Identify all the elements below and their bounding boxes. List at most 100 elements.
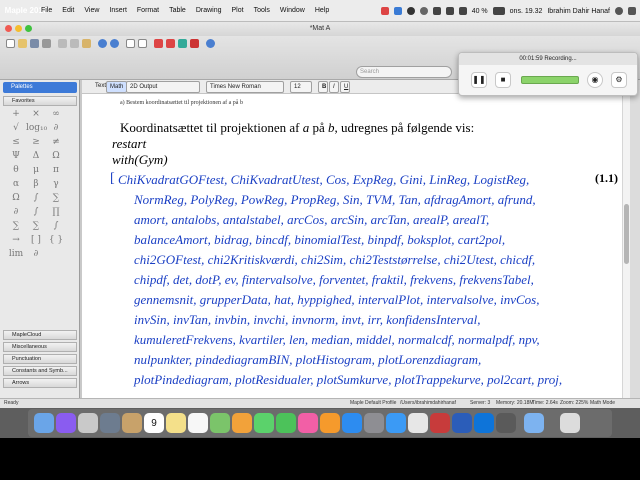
palette-symbol[interactable]: ∂ (6, 206, 26, 218)
minimize-window-icon[interactable] (15, 25, 22, 32)
menu-file[interactable]: File (36, 7, 57, 14)
contacts-icon[interactable] (122, 413, 142, 433)
palette-symbol[interactable]: √ (6, 122, 26, 134)
palette-symbol[interactable]: Δ (26, 150, 46, 162)
palette-symbol[interactable]: Ω (46, 150, 66, 162)
notes-icon[interactable] (166, 413, 186, 433)
palette-section-arrows[interactable]: Arrows (3, 378, 77, 388)
volume-icon[interactable] (458, 7, 467, 15)
font-select[interactable]: Times New Roman (206, 81, 284, 93)
palette-symbol[interactable]: Ω (6, 192, 26, 204)
copy-icon[interactable] (70, 39, 79, 48)
preferences-icon[interactable] (364, 413, 384, 433)
redo-icon[interactable] (110, 39, 119, 48)
palette-section-punctuation[interactable]: Punctuation (3, 354, 77, 364)
menu-insert[interactable]: Insert (104, 7, 132, 14)
worksheet[interactable]: a) Bestem koordinatsættet til projektion… (82, 94, 630, 398)
palette-section-constants[interactable]: Constants and Symb... (3, 366, 77, 376)
new-document-icon[interactable] (6, 39, 15, 48)
gmail-icon[interactable] (380, 7, 389, 15)
zoom-window-icon[interactable] (25, 25, 32, 32)
stop-button[interactable]: ■ (495, 72, 511, 88)
palette-symbol[interactable]: ∑ (26, 220, 46, 232)
palette-symbol[interactable]: × (26, 108, 46, 120)
menu-window[interactable]: Window (275, 7, 310, 14)
vertical-scrollbar[interactable] (622, 94, 630, 398)
stop-icon[interactable] (190, 39, 199, 48)
messages-icon[interactable] (254, 413, 274, 433)
calendar-icon[interactable]: 9 (144, 413, 164, 433)
menu-help[interactable]: Help (310, 7, 334, 14)
palette-symbol[interactable]: log₁₀ (26, 122, 47, 134)
user-name[interactable]: Ibrahim Dahir Hanaf (547, 8, 610, 15)
restart-icon[interactable] (178, 39, 187, 48)
palette-symbol[interactable]: Ψ (6, 150, 26, 162)
settings-icon[interactable]: ⚙ (611, 72, 627, 88)
palette-symbol[interactable]: γ (46, 178, 66, 190)
math-mode-button[interactable]: Math (106, 81, 128, 93)
menu-view[interactable]: View (79, 7, 104, 14)
clock[interactable]: ons. 19.32 (510, 8, 543, 15)
palette-symbol[interactable]: ∂ (46, 122, 66, 134)
palette-symbol[interactable]: ∏ (46, 206, 66, 218)
palette-symbol[interactable]: [ ] (26, 234, 46, 246)
battery-percent[interactable]: 40 % (472, 8, 488, 15)
palette-symbol[interactable]: ∂ (26, 248, 46, 260)
finder-icon[interactable] (34, 413, 54, 433)
underline-button[interactable]: U (340, 81, 350, 93)
execute-all-icon[interactable] (166, 39, 175, 48)
cut-icon[interactable] (58, 39, 67, 48)
open-icon[interactable] (18, 39, 27, 48)
print-icon[interactable] (42, 39, 51, 48)
output-style-select[interactable]: 2D Output (126, 81, 200, 93)
siri-icon[interactable] (56, 413, 76, 433)
italic-button[interactable]: I (329, 81, 339, 93)
palette-symbol[interactable]: β (26, 178, 46, 190)
palette-symbol[interactable]: ∑ (6, 220, 26, 232)
pause-button[interactable]: ❚❚ (471, 72, 487, 88)
rocket-icon[interactable] (100, 413, 120, 433)
paste-icon[interactable] (82, 39, 91, 48)
itunes-icon[interactable] (298, 413, 318, 433)
palette-symbol[interactable]: ∫ (26, 192, 46, 204)
word-icon[interactable] (452, 413, 472, 433)
menu-drawing[interactable]: Drawing (191, 7, 227, 14)
camera-icon[interactable]: ◉ (587, 72, 603, 88)
trash-icon[interactable] (560, 413, 580, 433)
safari-icon[interactable] (386, 413, 406, 433)
battery-icon[interactable] (492, 7, 505, 15)
bold-button[interactable]: B (318, 81, 328, 93)
palette-symbol[interactable]: ∫ (46, 220, 66, 232)
palette-symbol[interactable]: ∞ (46, 108, 66, 120)
facetime-icon[interactable] (276, 413, 296, 433)
palette-symbol[interactable]: ∫ (26, 206, 46, 218)
palette-favorites-header[interactable]: Favorites (3, 96, 77, 106)
appstore-icon[interactable] (342, 413, 362, 433)
text-mode-icon[interactable] (126, 39, 135, 48)
palette-symbol[interactable]: ≥ (26, 136, 46, 148)
wifi-icon[interactable] (445, 7, 454, 15)
input-restart[interactable]: restart (112, 136, 146, 152)
bluetooth-icon[interactable] (432, 7, 441, 15)
palette-symbol[interactable]: → (6, 234, 26, 246)
timemachine-icon[interactable] (419, 7, 428, 15)
palette-symbol[interactable]: μ (26, 164, 46, 176)
reminders-icon[interactable] (188, 413, 208, 433)
launchpad-icon[interactable] (78, 413, 98, 433)
help-icon[interactable] (206, 39, 215, 48)
ibooks-icon[interactable] (320, 413, 340, 433)
save-icon[interactable] (30, 39, 39, 48)
math-mode-icon[interactable] (138, 39, 147, 48)
palette-symbol[interactable]: ∑ (46, 192, 66, 204)
chrome-icon[interactable] (408, 413, 428, 433)
menu-table[interactable]: Table (164, 7, 191, 14)
palette-symbol[interactable]: lim (6, 248, 26, 260)
photos-icon[interactable] (232, 413, 252, 433)
undo-icon[interactable] (98, 39, 107, 48)
spotlight-icon[interactable] (615, 7, 623, 15)
palette-symbol[interactable]: ≠ (46, 136, 66, 148)
palette-section-maplecloud[interactable]: MapleCloud (3, 330, 77, 340)
maps-icon[interactable] (210, 413, 230, 433)
record-icon[interactable] (406, 7, 415, 15)
notification-center-icon[interactable] (628, 7, 636, 15)
